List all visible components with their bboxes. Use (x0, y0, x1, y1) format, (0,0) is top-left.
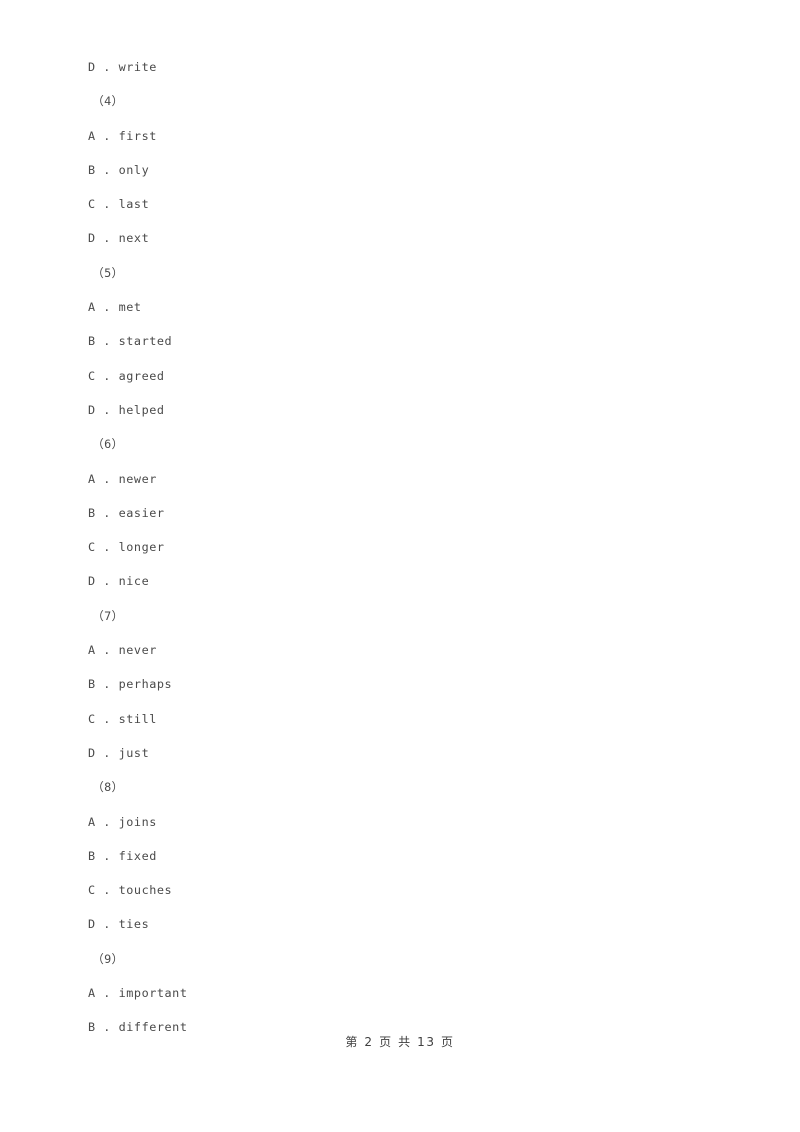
question-number: （7） (92, 608, 124, 623)
answer-option: D . just (88, 745, 150, 760)
answer-option: A . never (88, 643, 157, 658)
answer-option: D . ties (88, 917, 150, 932)
page-footer: 第 2 页 共 13 页 (345, 1035, 455, 1049)
answer-option: C . still (88, 711, 157, 726)
answer-option: A . met (88, 300, 142, 315)
question-number: （8） (92, 780, 124, 795)
answer-option: B . perhaps (88, 677, 173, 692)
question-number: （5） (92, 265, 124, 280)
answer-option: C . longer (88, 540, 165, 555)
answer-option: A . newer (88, 471, 157, 486)
question-number: （9） (92, 951, 124, 966)
answer-option: C . touches (88, 883, 173, 898)
answer-option: C . agreed (88, 368, 165, 383)
document-body: D . write （4） A . first B . only C . last D .… (88, 50, 748, 1045)
answer-option: D . next (88, 231, 150, 246)
answer-option: A . joins (88, 814, 157, 829)
answer-option: C . last (88, 197, 150, 212)
question-number: （4） (92, 94, 124, 109)
document-page: D . write （4） A . first B . only C . last D .… (0, 0, 800, 1132)
answer-option: B . easier (88, 505, 165, 520)
answer-option: D . nice (88, 574, 150, 589)
answer-option: B . started (88, 334, 173, 349)
answer-option: A . important (88, 986, 188, 1001)
answer-option: D . helped (88, 402, 165, 417)
answer-option: B . only (88, 162, 150, 177)
answer-option: A . first (88, 128, 157, 143)
answer-option: D . write (88, 60, 157, 74)
question-number: （6） (92, 437, 124, 452)
answer-option: B . fixed (88, 848, 157, 863)
